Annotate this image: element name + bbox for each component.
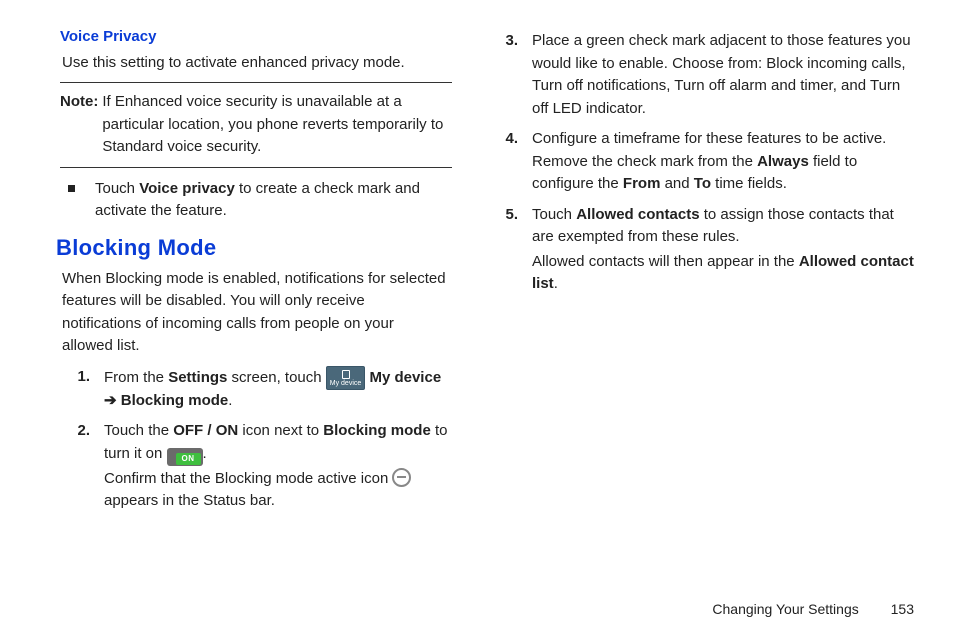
s5-b1: Allowed contacts (576, 206, 699, 223)
s2-t2: icon next to (238, 422, 323, 439)
blocking-mode-active-icon (392, 468, 411, 487)
step-5: 5. Touch Allowed contacts to assign thos… (502, 204, 916, 296)
step-5-body: Touch Allowed contacts to assign those c… (532, 204, 916, 296)
note-body: If Enhanced voice security is unavailabl… (102, 91, 448, 159)
right-column: 3. Place a green check mark adjacent to … (502, 26, 920, 521)
step-1-body: From the Settings screen, touch My devic… (104, 366, 448, 413)
step-4: 4. Configure a timeframe for these featu… (502, 128, 916, 196)
footer-page-number: 153 (891, 601, 914, 617)
arrow-icon: ➔ (104, 392, 121, 409)
s2-b2: Blocking mode (323, 422, 431, 439)
s4-b3: To (694, 175, 711, 192)
step-5-number: 5. (502, 204, 532, 296)
s4-b1: Always (757, 153, 809, 170)
my-device-tab-icon-label: My device (330, 380, 362, 387)
step-2: 2. Touch the OFF / ON icon next to Block… (34, 420, 448, 513)
note-label: Note: (60, 91, 98, 159)
step-1: 1. From the Settings screen, touch My de… (34, 366, 448, 413)
step-3-body: Place a green check mark adjacent to tho… (532, 30, 916, 120)
bullet-bold: Voice privacy (139, 180, 235, 197)
s2-b1: OFF / ON (173, 422, 238, 439)
on-toggle-icon: ON (167, 448, 203, 466)
page-footer: Changing Your Settings 153 (712, 599, 914, 620)
note: Note: If Enhanced voice security is unav… (60, 91, 448, 159)
step-2-number: 2. (34, 420, 104, 513)
s2-t1: Touch the (104, 422, 173, 439)
s1-b3: Blocking mode (121, 392, 229, 409)
hr-top (60, 82, 452, 83)
voice-privacy-bullet: Touch Voice privacy to create a check ma… (68, 178, 448, 223)
my-device-tab-icon: My device (326, 366, 366, 390)
s2-cont2: appears in the Status bar. (104, 492, 275, 509)
hr-bottom (60, 167, 452, 168)
footer-section-title: Changing Your Settings (712, 601, 858, 617)
s4-t3: and (660, 175, 693, 192)
s5-cont1: Allowed contacts will then appear in the (532, 253, 799, 270)
s1-t1: From the (104, 369, 168, 386)
bullet-pre: Touch (95, 180, 139, 197)
s1-b1: Settings (168, 369, 227, 386)
s2-t4: . (203, 445, 207, 462)
s2-cont1: Confirm that the Blocking mode active ic… (104, 470, 392, 487)
step-1-number: 1. (34, 366, 104, 413)
step-3: 3. Place a green check mark adjacent to … (502, 30, 916, 120)
step-2-body: Touch the OFF / ON icon next to Blocking… (104, 420, 448, 513)
blocking-mode-heading: Blocking Mode (56, 231, 452, 264)
blocking-mode-steps-left: 1. From the Settings screen, touch My de… (34, 366, 448, 513)
step-2-continuation: Confirm that the Blocking mode active ic… (104, 468, 448, 513)
s1-t3: . (228, 392, 232, 409)
blocking-mode-intro: When Blocking mode is enabled, notificat… (62, 268, 448, 358)
on-toggle-label: ON (176, 453, 201, 465)
step-4-body: Configure a timeframe for these features… (532, 128, 916, 196)
voice-privacy-para: Use this setting to activate enhanced pr… (62, 52, 448, 75)
step-5-continuation: Allowed contacts will then appear in the… (532, 251, 916, 296)
s4-t4: time fields. (711, 175, 787, 192)
s5-cont2: . (554, 275, 558, 292)
voice-privacy-bullet-text: Touch Voice privacy to create a check ma… (95, 178, 448, 223)
s4-b2: From (623, 175, 661, 192)
left-column: Voice Privacy Use this setting to activa… (34, 26, 452, 521)
square-bullet-icon (68, 185, 75, 192)
blocking-mode-steps-right: 3. Place a green check mark adjacent to … (502, 30, 916, 296)
page-columns: Voice Privacy Use this setting to activa… (34, 26, 920, 521)
s5-t1: Touch (532, 206, 576, 223)
s1-b2: My device (369, 369, 441, 386)
step-4-number: 4. (502, 128, 532, 196)
voice-privacy-heading: Voice Privacy (60, 26, 452, 49)
step-3-number: 3. (502, 30, 532, 120)
s1-t2: screen, touch (227, 369, 325, 386)
